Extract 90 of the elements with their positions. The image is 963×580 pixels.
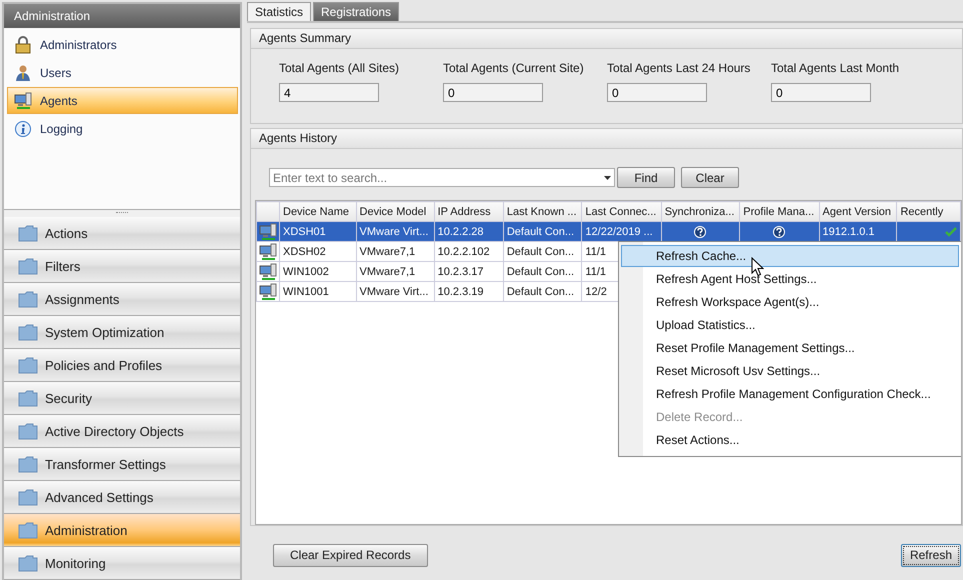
value-field[interactable]: 4 xyxy=(279,83,379,102)
search-field[interactable]: Enter text to search... xyxy=(269,168,615,187)
padlock-icon xyxy=(14,36,32,54)
table-cell: VMware Virt... xyxy=(356,282,434,302)
folder-icon xyxy=(18,389,38,407)
navigation-section[interactable]: Policies and Profiles xyxy=(4,349,240,382)
agent-computer-icon xyxy=(259,262,277,280)
menu-item[interactable]: Upload Statistics... xyxy=(621,314,959,336)
selected-row-highlight[interactable]: XDSH01 VMware Virt... 10.2.2.28 Default Con... 12/22/2019 ... 1912.1.0.1 xyxy=(256,222,960,242)
table-cell: Default Con... xyxy=(503,242,582,262)
column-header: Recently xyxy=(896,202,960,222)
navigation-section[interactable]: Actions xyxy=(4,217,240,250)
table-cell: 10.2.3.17 xyxy=(434,262,504,282)
sidebar-item[interactable]: Administrators xyxy=(7,31,238,58)
sidebar-item[interactable]: Logging xyxy=(7,115,238,142)
checkmark-icon xyxy=(945,226,957,238)
menu-item[interactable]: Reset Actions... xyxy=(621,429,959,451)
table-cell: XDSH01 xyxy=(280,222,356,242)
user-icon xyxy=(14,64,32,82)
field-label: Total Agents (All Sites) xyxy=(279,61,400,75)
folder-icon xyxy=(18,455,38,473)
sidebar-item[interactable]: Agents xyxy=(7,87,238,114)
table-cell: 10.2.2.28 xyxy=(434,222,504,242)
column-header: Last Connec... xyxy=(582,202,662,222)
field-label: Total Agents Last Month xyxy=(771,61,900,75)
toolbar-button[interactable]: Find xyxy=(617,167,675,188)
column-header: Device Model xyxy=(356,202,434,222)
table-cell: 10.2.3.19 xyxy=(434,282,504,302)
tab[interactable]: Registrations xyxy=(313,2,400,21)
folder-icon xyxy=(18,422,38,440)
agent-computer-icon xyxy=(259,222,277,240)
navigation-section[interactable]: Transformer Settings xyxy=(4,448,240,481)
footer-button[interactable]: Clear Expired Records xyxy=(273,544,428,566)
splitter-grip-icon[interactable] xyxy=(116,212,128,215)
navigation-section[interactable]: Advanced Settings xyxy=(4,481,240,514)
sidebar-item[interactable]: Users xyxy=(7,59,238,86)
table-cell: 12/22/2019 ... xyxy=(582,222,662,242)
folder-icon xyxy=(18,323,38,341)
folder-icon xyxy=(18,257,38,275)
table-cell: 1912.1.0.1 xyxy=(819,222,897,242)
table-cell: Default Con... xyxy=(503,282,582,302)
folder-icon xyxy=(18,224,38,242)
navigation-section[interactable]: Assignments xyxy=(4,283,240,316)
help-icon xyxy=(694,226,706,238)
column-header: Last Known ... xyxy=(503,202,582,222)
table-cell: WIN1001 xyxy=(280,282,356,302)
column-header: Synchroniza... xyxy=(661,202,740,222)
menu-item[interactable]: Reset Profile Management Settings... xyxy=(621,337,959,359)
tab[interactable]: Statistics xyxy=(247,2,312,21)
field-label: Total Agents (Current Site) xyxy=(443,61,584,75)
navigation-section[interactable]: Monitoring xyxy=(4,547,240,580)
table-cell: Default Con... xyxy=(503,262,582,282)
agent-computer-icon xyxy=(259,242,277,260)
value-field[interactable]: 0 xyxy=(607,83,707,102)
footer-button[interactable]: Refresh xyxy=(900,544,961,566)
value-field[interactable]: 0 xyxy=(771,83,871,102)
menu-item[interactable]: Refresh Cache... xyxy=(621,245,959,267)
folder-icon xyxy=(18,290,38,308)
computer-icon xyxy=(14,92,32,110)
panel-title: Agents Summary xyxy=(251,29,962,49)
table-cell: VMware7,1 xyxy=(356,242,434,262)
folder-icon xyxy=(18,488,38,506)
column-header: IP Address xyxy=(434,202,504,222)
panel-title: Administration xyxy=(4,4,240,28)
folder-icon xyxy=(18,356,38,374)
menu-item[interactable]: Refresh Profile Management Configuration Check... xyxy=(621,383,959,405)
navigation-section[interactable]: Active Directory Objects xyxy=(4,415,240,448)
value-field[interactable]: 0 xyxy=(443,83,543,102)
field-label: Total Agents Last 24 Hours xyxy=(607,61,750,75)
column-header: Profile Mana... xyxy=(740,202,820,222)
table-cell: WIN1002 xyxy=(280,262,356,282)
help-icon xyxy=(773,226,786,238)
navigation-section[interactable]: Filters xyxy=(4,250,240,283)
column-header: Agent Version xyxy=(819,202,897,222)
table-cell: XDSH02 xyxy=(280,242,356,262)
table-cell: Default Con... xyxy=(503,222,582,242)
toolbar-button[interactable]: Clear xyxy=(681,167,739,188)
table-cell: VMware Virt... xyxy=(356,222,434,242)
navigation-section[interactable]: Administration xyxy=(4,514,240,547)
menu-item[interactable]: Reset Microsoft Usv Settings... xyxy=(621,360,959,382)
column-header: Device Name xyxy=(280,202,356,222)
navigation-section[interactable]: Security xyxy=(4,382,240,415)
navigation-section[interactable]: System Optimization xyxy=(4,316,240,349)
info-icon xyxy=(14,120,32,138)
agent-computer-icon xyxy=(259,282,277,300)
folder-icon xyxy=(18,521,38,539)
table-cell: 10.2.2.102 xyxy=(434,242,504,262)
table-cell: VMware7,1 xyxy=(356,262,434,282)
folder-icon xyxy=(18,554,38,572)
panel-title: Agents History xyxy=(251,129,962,149)
